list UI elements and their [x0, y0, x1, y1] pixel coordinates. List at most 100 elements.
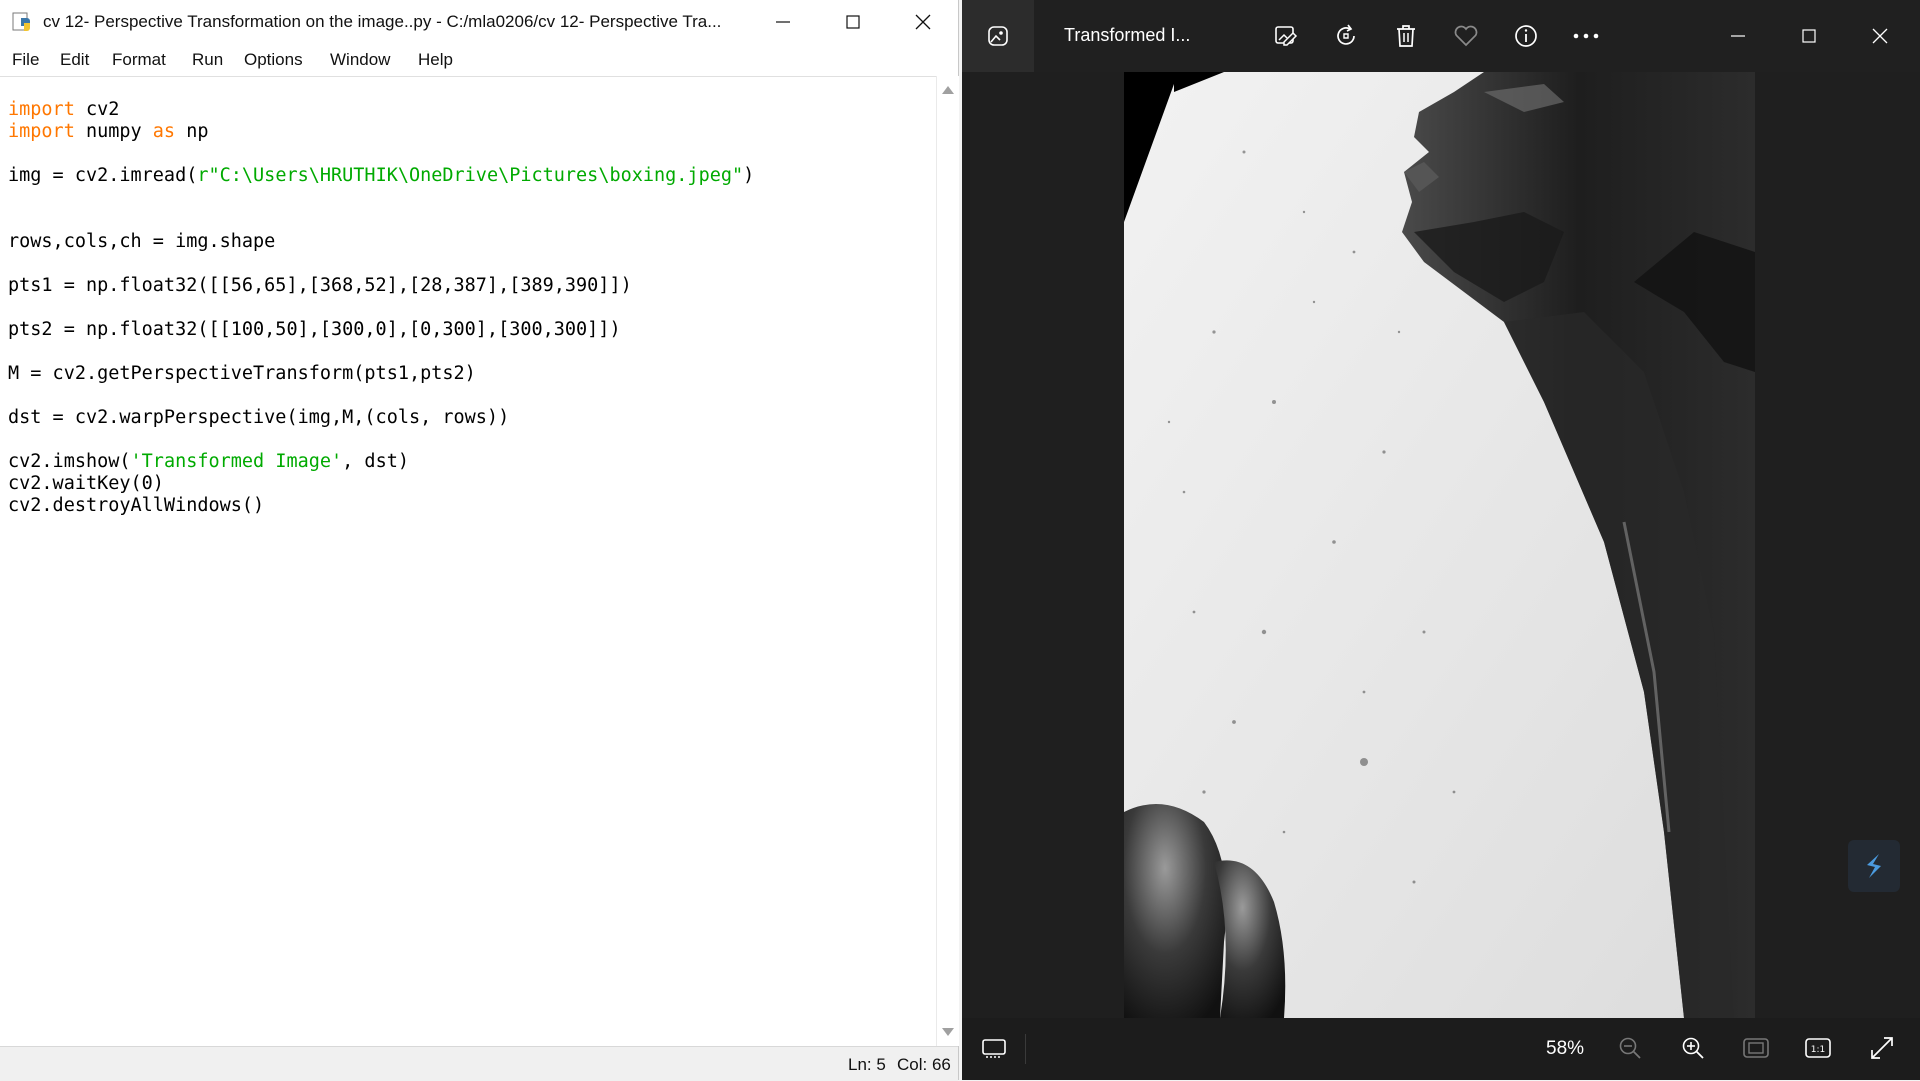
code-token: numpy: [74, 121, 153, 142]
bottom-divider: [1025, 1034, 1026, 1064]
code-line: import numpy as np: [8, 121, 754, 143]
code-line: pts2 = np.float32([[100,50],[300,0],[0,3…: [8, 319, 754, 341]
viewer-maximize-button[interactable]: [1784, 16, 1834, 56]
line-number: Ln: 5: [848, 1055, 886, 1074]
code-text: import cv2 import numpy as np img = cv2.im…: [8, 99, 754, 517]
favorite-button[interactable]: [1450, 20, 1482, 52]
code-token: pts1 = np.float32([[56,65],[368,52],[28,…: [8, 275, 632, 296]
code-token: dst = cv2.warpPerspective(img,M,(cols, r…: [8, 407, 510, 428]
string-token: 'Transformed Image': [130, 451, 343, 472]
menu-help[interactable]: Help: [418, 50, 453, 70]
filmstrip-icon: [982, 1039, 1006, 1058]
info-icon: [1515, 25, 1537, 47]
keyword-token: import: [8, 121, 75, 142]
code-editor[interactable]: import cv2 import numpy as np img = cv2.im…: [0, 76, 936, 1047]
maximize-icon: [1802, 29, 1816, 43]
code-token: rows,cols,ch = img.shape: [8, 231, 276, 252]
favorite-icon: [1454, 25, 1478, 47]
delete-button[interactable]: [1390, 20, 1422, 52]
menu-file[interactable]: File: [12, 50, 39, 70]
code-token: M = cv2.getPerspectiveTransform(pts1,pts…: [8, 363, 476, 384]
edit-image-button[interactable]: [1270, 20, 1302, 52]
menu-window[interactable]: Window: [330, 50, 390, 70]
close-icon: [1872, 28, 1888, 44]
code-token: cv2: [74, 99, 120, 120]
zoom-out-icon: [1619, 1037, 1641, 1059]
close-icon: [915, 14, 931, 30]
edit-image-icon: [1275, 26, 1298, 46]
window-title: cv 12- Perspective Transformation on the…: [43, 12, 722, 31]
filmstrip-button[interactable]: [978, 1032, 1010, 1064]
minimize-button[interactable]: [748, 0, 818, 44]
fit-to-window-button[interactable]: [1740, 1032, 1772, 1064]
menu-run[interactable]: Run: [192, 50, 223, 70]
rotate-icon: [1337, 24, 1355, 45]
info-button[interactable]: [1510, 20, 1542, 52]
photos-viewer-window: Transformed I... 58% 1:1: [962, 0, 1920, 1080]
code-token: img = cv2.imread(: [8, 165, 198, 186]
code-line: img = cv2.imread(r"C:\Users\HRUTHIK\OneD…: [8, 165, 754, 187]
idle-editor-window: cv 12- Perspective Transformation on the…: [0, 0, 959, 1081]
string-token: r"C:\Users\HRUTHIK\OneDrive\Pictures\box…: [197, 165, 744, 186]
fullscreen-button[interactable]: [1866, 1032, 1898, 1064]
actual-size-button[interactable]: 1:1: [1802, 1032, 1834, 1064]
fit-to-window-icon: [1743, 1038, 1769, 1058]
code-line: cv2.waitKey(0): [8, 473, 754, 495]
code-line: cv2.imshow('Transformed Image', dst): [8, 451, 754, 473]
code-token: cv2.imshow(: [8, 451, 131, 472]
zoom-out-button[interactable]: [1614, 1032, 1646, 1064]
code-token: pts2 = np.float32([[100,50],[300,0],[0,3…: [8, 319, 621, 340]
delete-icon: [1397, 25, 1415, 47]
viewer-minimize-button[interactable]: [1713, 16, 1763, 56]
status-bar: Ln: 5 Col: 66: [0, 1046, 958, 1081]
svg-text:1:1: 1:1: [1811, 1045, 1825, 1055]
menu-edit[interactable]: Edit: [60, 50, 89, 70]
code-token: ): [743, 165, 755, 186]
minimize-icon: [776, 21, 790, 23]
zoom-in-icon: [1682, 1037, 1704, 1059]
zoom-level[interactable]: 58%: [1546, 1038, 1584, 1060]
code-token: np: [175, 121, 209, 142]
photo-app-button[interactable]: [962, 0, 1034, 72]
idle-title-bar: cv 12- Perspective Transformation on the…: [0, 0, 958, 44]
more-icon: [1573, 33, 1599, 39]
stylus-icon: [1867, 854, 1881, 878]
scroll-up-arrow-icon[interactable]: [942, 86, 954, 94]
fullscreen-icon: [1871, 1037, 1893, 1059]
code-line: import cv2: [8, 99, 754, 121]
keyword-token: as: [152, 121, 176, 142]
code-line: cv2.destroyAllWindows(): [8, 495, 754, 517]
vertical-scrollbar[interactable]: [936, 76, 959, 1046]
close-button[interactable]: [888, 0, 958, 44]
stylus-tool-button[interactable]: [1848, 840, 1900, 892]
menu-options[interactable]: Options: [244, 50, 303, 70]
viewer-close-button[interactable]: [1855, 16, 1905, 56]
maximize-button[interactable]: [818, 0, 888, 44]
viewer-bottom-bar: 58% 1:1: [962, 1018, 1920, 1080]
transformed-image: [1124, 72, 1755, 1018]
code-token: , dst): [342, 451, 409, 472]
photo-app-icon: [988, 26, 1008, 46]
code-token: cv2.waitKey(0): [8, 473, 164, 494]
code-line: dst = cv2.warpPerspective(img,M,(cols, r…: [8, 407, 754, 429]
menu-format[interactable]: Format: [112, 50, 166, 70]
rotate-button[interactable]: [1330, 20, 1362, 52]
python-file-icon: [12, 12, 34, 32]
zoom-in-button[interactable]: [1677, 1032, 1709, 1064]
column-number: Col: 66: [897, 1055, 951, 1074]
code-line: pts1 = np.float32([[56,65],[368,52],[28,…: [8, 275, 754, 297]
maximize-icon: [846, 15, 860, 29]
code-line: rows,cols,ch = img.shape: [8, 231, 754, 253]
more-options-button[interactable]: [1570, 20, 1602, 52]
image-title: Transformed I...: [1064, 25, 1191, 45]
actual-size-icon: 1:1: [1805, 1038, 1831, 1058]
scroll-down-arrow-icon[interactable]: [942, 1028, 954, 1036]
